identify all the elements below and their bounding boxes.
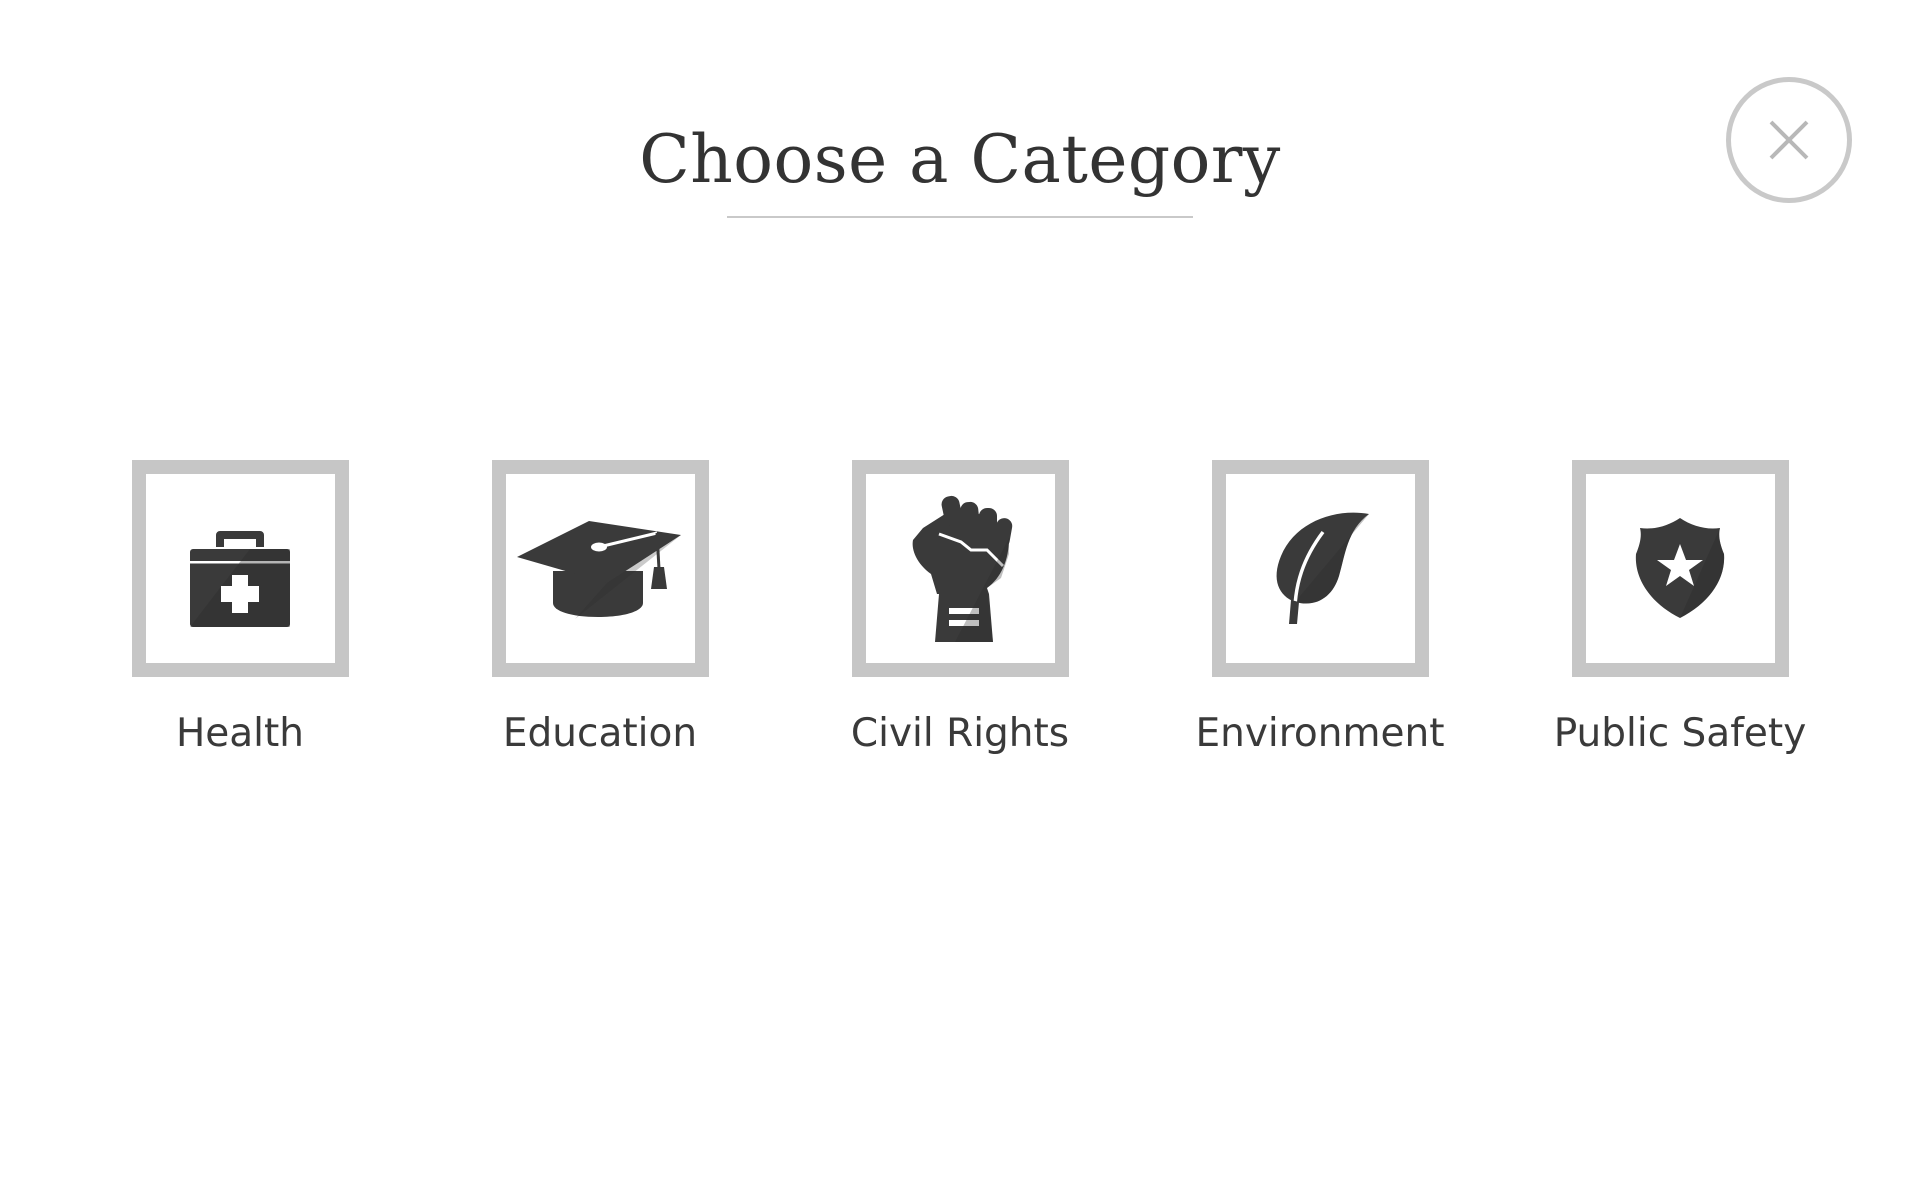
page-title: Choose a Category <box>639 121 1281 198</box>
category-label: Environment <box>1195 711 1445 756</box>
graduation-cap-icon <box>517 520 681 619</box>
category-civil-rights[interactable]: Civil Rights <box>850 460 1070 756</box>
category-label: Civil Rights <box>850 711 1070 756</box>
category-icon-frame[interactable] <box>1211 460 1429 677</box>
category-environment[interactable]: Environment <box>1195 460 1445 756</box>
medical-kit-icon <box>190 530 290 627</box>
category-label: Health <box>175 711 305 756</box>
category-icon-frame[interactable] <box>131 460 349 677</box>
category-public-safety[interactable]: Public Safety <box>1554 460 1806 756</box>
category-label: Education <box>502 711 698 756</box>
police-badge-icon <box>1635 517 1725 618</box>
raised-fist-icon <box>912 495 1013 642</box>
dialog-header: Choose a Category <box>0 118 1920 218</box>
category-education[interactable]: Education <box>491 460 709 756</box>
category-health[interactable]: Health <box>131 460 349 756</box>
leaf-icon <box>1276 512 1369 624</box>
category-list: Health Education Civil Rights Environmen… <box>0 460 1920 756</box>
close-icon <box>1769 120 1809 160</box>
close-button[interactable] <box>1726 77 1852 203</box>
title-divider <box>727 216 1193 218</box>
category-icon-frame[interactable] <box>851 460 1069 677</box>
category-label: Public Safety <box>1553 711 1807 756</box>
category-icon-frame[interactable] <box>1571 460 1789 677</box>
category-icon-frame[interactable] <box>491 460 709 677</box>
